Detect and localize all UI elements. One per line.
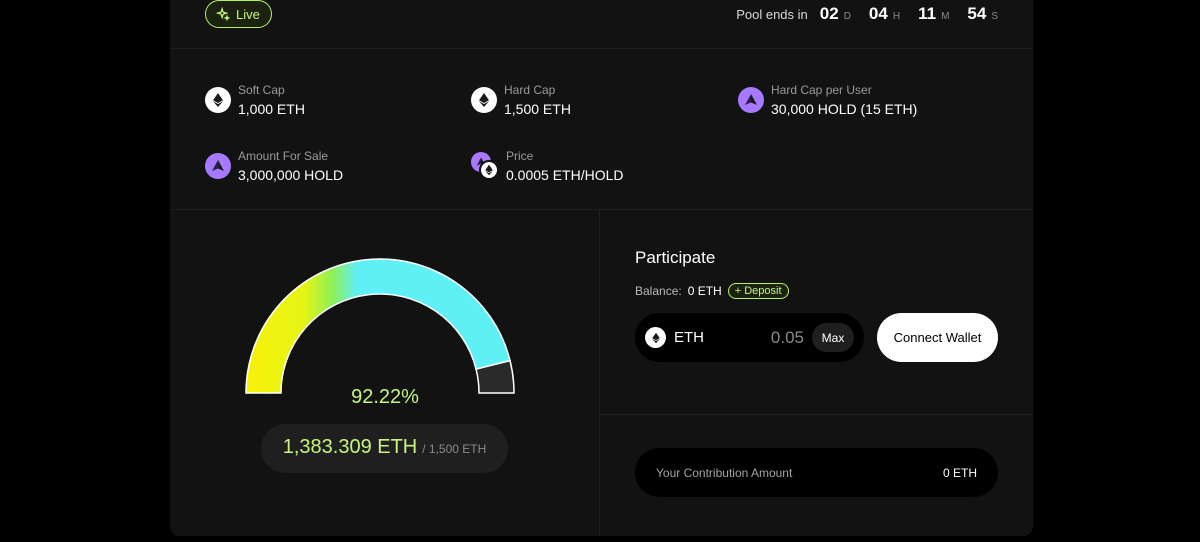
presale-pool-card: Live Pool ends in 02 D 04 H 11 M 54 S So…	[170, 0, 1033, 536]
pool-stats: Soft Cap 1,000 ETH Hard Cap 1,500 ETH Ha…	[170, 50, 1033, 210]
stat-value: 0.0005 ETH/HOLD	[506, 167, 624, 183]
stat-value: 1,500 ETH	[504, 101, 571, 117]
sparkle-icon	[216, 7, 230, 21]
balance-row: Balance: 0 ETH + Deposit	[635, 283, 789, 299]
raise-goal: / 1,500 ETH	[422, 442, 487, 456]
countdown-seconds-unit: S	[991, 11, 998, 22]
connect-wallet-button[interactable]: Connect Wallet	[877, 313, 998, 362]
gauge-fill	[245, 258, 511, 394]
live-status-badge: Live	[205, 0, 272, 28]
amount-input[interactable]: 0.05	[771, 328, 804, 348]
hold-eth-pair-icon	[471, 152, 499, 180]
countdown-label: Pool ends in	[736, 7, 808, 22]
max-button[interactable]: Max	[812, 323, 854, 352]
raise-progress-panel: 92.22% 1,383.309 ETH / 1,500 ETH	[170, 210, 600, 536]
stat-label: Soft Cap	[238, 83, 285, 97]
countdown-days: 02	[819, 4, 839, 23]
hold-icon	[205, 153, 231, 179]
stat-label: Price	[506, 149, 534, 163]
hold-icon	[738, 87, 764, 113]
stat-hard-cap-per-user: Hard Cap per User 30,000 HOLD (15 ETH)	[738, 83, 917, 117]
live-badge-label: Live	[236, 6, 260, 22]
stat-price: Price 0.0005 ETH/HOLD	[471, 149, 624, 183]
stat-hard-cap: Hard Cap 1,500 ETH	[471, 83, 571, 117]
currency-label: ETH	[674, 329, 704, 346]
progress-percent: 92.22%	[351, 386, 419, 408]
stat-value: 30,000 HOLD (15 ETH)	[771, 101, 918, 117]
pool-countdown: Pool ends in 02 D 04 H 11 M 54 S	[736, 4, 998, 24]
countdown-seconds: 54	[967, 4, 987, 23]
contribution-amount-row: Your Contribution Amount 0 ETH	[635, 448, 998, 497]
amount-input-field[interactable]: ETH 0.05 Max	[635, 313, 864, 362]
participate-title: Participate	[635, 248, 716, 267]
stat-label: Hard Cap per User	[771, 83, 872, 97]
stat-amount-for-sale: Amount For Sale 3,000,000 HOLD	[205, 149, 343, 183]
balance-value: 0 ETH	[687, 284, 722, 298]
deposit-button[interactable]: + Deposit	[727, 283, 789, 299]
raised-amount: 1,383.309 ETH	[282, 436, 418, 458]
stat-value: 1,000 ETH	[238, 101, 305, 117]
stat-value: 3,000,000 HOLD	[238, 167, 344, 183]
countdown-days-unit: D	[843, 11, 851, 22]
stat-label: Hard Cap	[504, 83, 556, 97]
contribution-value: 0 ETH	[942, 465, 977, 480]
balance-label: Balance:	[635, 284, 682, 298]
eth-icon	[205, 87, 231, 113]
countdown-minutes-unit: M	[941, 11, 950, 22]
countdown-hours: 04	[868, 4, 888, 23]
progress-gauge	[245, 258, 515, 394]
participate-panel: Participate Balance: 0 ETH + Deposit ETH…	[600, 210, 1033, 415]
eth-icon	[645, 327, 666, 348]
countdown-hours-unit: H	[892, 11, 901, 22]
countdown-minutes: 11	[918, 4, 937, 23]
stat-label: Amount For Sale	[238, 149, 329, 163]
contribution-label: Your Contribution Amount	[656, 465, 793, 480]
stat-soft-cap: Soft Cap 1,000 ETH	[205, 83, 305, 117]
eth-icon	[471, 87, 497, 113]
pool-header: Live Pool ends in 02 D 04 H 11 M 54 S	[170, 0, 1033, 49]
raised-amount-pill: 1,383.309 ETH / 1,500 ETH	[261, 424, 508, 473]
